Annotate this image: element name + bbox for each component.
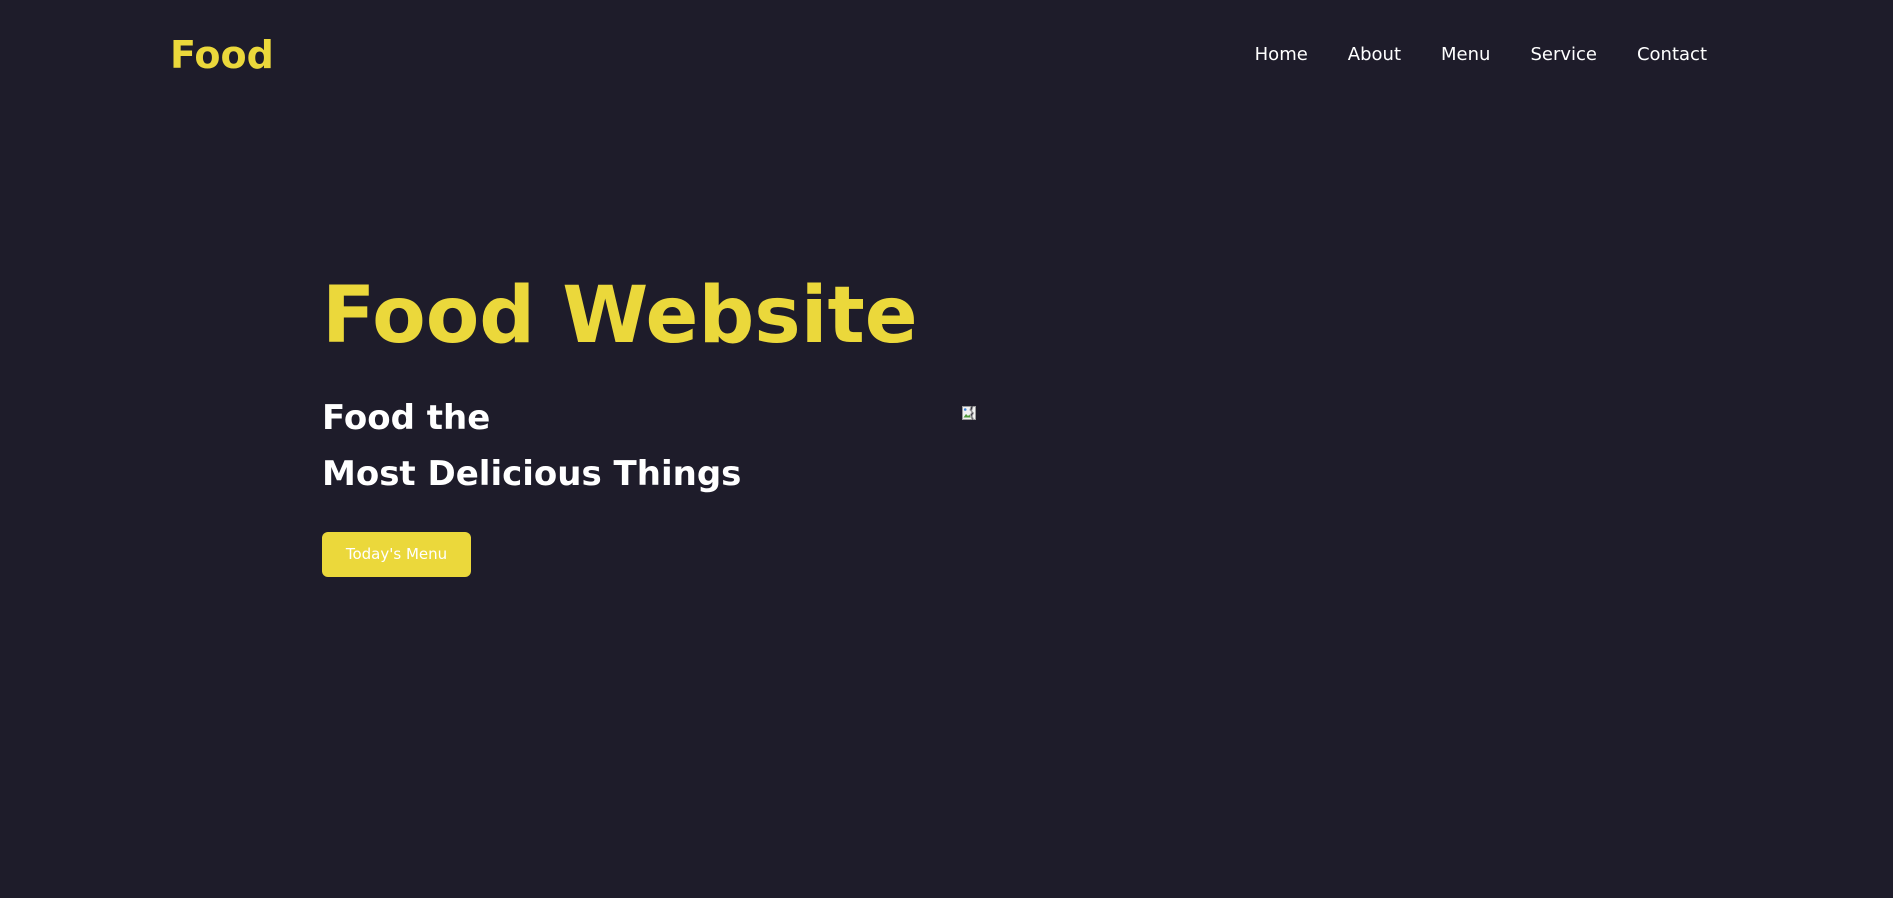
broken-image-icon	[962, 406, 976, 420]
nav-item-home: Home	[1255, 42, 1308, 68]
hero-subtitle-line-2: Most Delicious Things	[322, 454, 742, 494]
nav-item-menu: Menu	[1441, 42, 1490, 68]
main-nav: Home About Menu Service Contact	[1255, 42, 1707, 68]
hero-subtitle: Food the Most Delicious Things	[322, 390, 741, 502]
nav-item-contact: Contact	[1637, 42, 1707, 68]
hero-subtitle-line-1: Food the	[322, 398, 491, 438]
nav-link-about[interactable]: About	[1348, 44, 1401, 65]
logo[interactable]: Food	[170, 30, 274, 80]
nav-link-menu[interactable]: Menu	[1441, 44, 1490, 65]
nav-link-home[interactable]: Home	[1255, 44, 1308, 65]
hero-title: Food Website	[322, 271, 918, 361]
nav-link-contact[interactable]: Contact	[1637, 44, 1707, 65]
nav-link-service[interactable]: Service	[1530, 44, 1597, 65]
nav-item-about: About	[1348, 42, 1401, 68]
nav-item-service: Service	[1530, 42, 1597, 68]
todays-menu-button[interactable]: Today's Menu	[322, 532, 471, 577]
